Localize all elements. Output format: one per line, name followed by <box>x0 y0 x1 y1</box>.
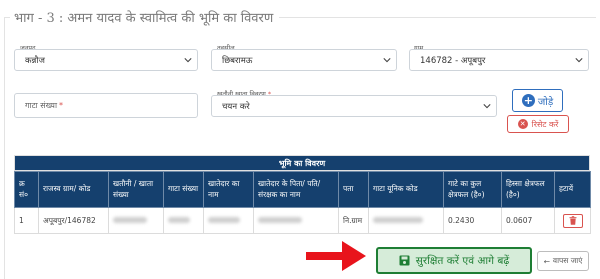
col-header-total-area: गाटे का कुल क्षेत्रफल (है०) <box>443 171 502 208</box>
table-row: 1 अपूबपुर/146782 नि.ग्राम 0.2430 0.0607 <box>14 207 591 234</box>
back-button-label: वापस जाएं <box>552 256 583 265</box>
cell-share-area: 0.0607 <box>501 207 555 234</box>
khatauni-select[interactable]: चयन करे <box>211 95 497 117</box>
back-button[interactable]: ← वापस जाएं <box>537 251 589 271</box>
col-header-unique-code: गाटा यूनिक कोड <box>368 171 444 208</box>
tehsil-value: छिबरामऊ <box>222 55 253 66</box>
table-caption: भूमि का विवरण <box>14 155 590 171</box>
land-details-table: भूमि का विवरण क्र सं० राजस्व ग्राम/ कोड … <box>14 155 591 234</box>
col-header-address: पता <box>338 171 369 208</box>
cell-owner-redacted <box>203 207 254 234</box>
khatauni-value: चयन करे <box>222 101 250 112</box>
delete-row-button[interactable] <box>563 213 583 228</box>
col-header-village: राजस्व ग्राम/ कोड <box>38 171 109 208</box>
col-header-gata: गाटा संख्या <box>163 171 204 208</box>
add-button[interactable]: + जोड़े <box>512 89 563 112</box>
save-button-label: सुरक्षित करें एवं आगे बढ़ें <box>415 254 510 267</box>
cell-khatauni-redacted <box>108 207 164 234</box>
add-button-label: जोड़े <box>537 96 554 108</box>
cell-sno: 1 <box>14 207 39 234</box>
tehsil-select[interactable]: छिबरामऊ <box>211 49 397 71</box>
gata-placeholder: गाटा संख्या <box>25 101 58 110</box>
cell-address: नि.ग्राम <box>338 207 369 234</box>
gata-number-input[interactable]: गाटा संख्या * <box>14 93 198 118</box>
col-header-sno: क्र सं० <box>14 171 39 208</box>
col-header-khatauni: खतौनी / खाता संख्या <box>108 171 164 208</box>
chevron-down-icon <box>383 58 391 63</box>
col-header-owner: खातेदार का नाम <box>203 171 254 208</box>
cell-unique-code-redacted <box>368 207 444 234</box>
section-title: भाग - 3 : अमन यादव के स्वामित्व की भूमि … <box>10 8 280 26</box>
district-value: कन्नौज <box>25 55 45 66</box>
trash-icon <box>569 216 577 225</box>
table-header-row: क्र सं० राजस्व ग्राम/ कोड खतौनी / खाता स… <box>14 171 591 208</box>
fieldset-border-left <box>4 17 5 279</box>
chevron-down-icon <box>483 104 491 109</box>
save-icon <box>399 255 410 266</box>
col-header-remove: हटायें <box>554 171 591 208</box>
x-circle-icon: ✕ <box>517 119 528 129</box>
district-select[interactable]: कन्नौज <box>14 49 198 71</box>
cell-village: अपूबपुर/146782 <box>38 207 109 234</box>
plus-circle-icon: + <box>521 94 535 107</box>
village-value: 146782 - अपूबपुर <box>420 55 486 66</box>
reset-button[interactable]: ✕ रिसेट करें <box>507 115 569 133</box>
cell-gata-redacted <box>163 207 204 234</box>
save-and-next-button[interactable]: सुरक्षित करें एवं आगे बढ़ें <box>376 247 532 274</box>
cell-remove <box>554 207 591 234</box>
arrow-left-icon: ← <box>543 256 550 266</box>
reset-button-label: रिसेट करें <box>531 119 559 129</box>
cell-guardian-redacted <box>253 207 339 234</box>
col-header-share-area: हिस्सा क्षेत्रफल (है०) <box>501 171 555 208</box>
cell-total-area: 0.2430 <box>443 207 502 234</box>
chevron-down-icon <box>184 58 192 63</box>
chevron-down-icon <box>575 58 583 63</box>
col-header-guardian: खातेदार के पिता/ पति/ संरक्षक का नाम <box>253 171 339 208</box>
red-arrow-icon <box>306 241 366 271</box>
village-select[interactable]: 146782 - अपूबपुर <box>409 49 589 71</box>
required-mark: * <box>59 101 64 110</box>
